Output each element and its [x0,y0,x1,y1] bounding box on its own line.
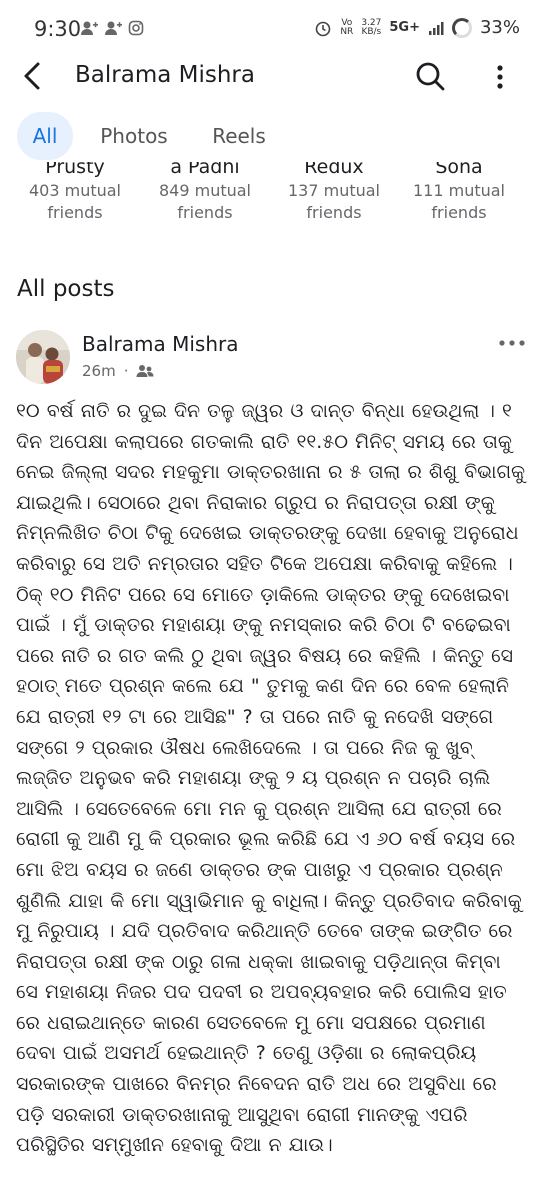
back-arrow-icon[interactable] [14,56,54,96]
tab-reels[interactable]: Reels [212,112,266,160]
filter-tabs: All Photos Reels [0,110,540,162]
tab-photos[interactable]: Photos [100,112,168,160]
friends-icon [136,365,154,377]
post-meta: 26m · [82,362,154,380]
post-options-icon[interactable] [497,336,527,350]
person-add-icon [81,21,98,35]
section-title: All posts [17,276,115,302]
post-body-text: ୧୦ ବର୍ଷ ନାତି ର ଦୁଇ ଦିନ ତଳୁ ଜ୍ୱର ଓ ଦାନ୍ତ … [16,400,526,1157]
meta-separator: · [123,362,129,380]
avatar[interactable] [16,330,70,384]
status-bar: 9:30 Vo NR 3.27 KB/s 5G+ 33% [0,0,540,56]
system-icons: Vo NR 3.27 KB/s 5G+ 33% [314,17,520,38]
friend-card[interactable]: Prusty 403 mutual friends [10,162,140,224]
mutual-friends-label: friends [47,203,103,222]
mutual-friends-count: 403 mutual [28,181,121,200]
mutual-friends-label: friends [431,203,487,222]
battery-level: 33% [479,17,520,38]
signal-bars-icon [428,21,444,35]
friend-card[interactable]: Sona 111 mutual friends [394,162,524,224]
post-time[interactable]: 26m [82,362,116,380]
alarm-icon [316,21,331,36]
network-speed: 3.27 KB/s [361,17,382,37]
more-options-icon[interactable] [485,62,515,92]
app-header: Balrama Mishra [0,56,540,96]
signal-type: 5G+ [389,20,420,35]
battery-icon [451,17,472,38]
instagram-icon [128,20,144,36]
person-add-icon [105,21,122,35]
mutual-friends-count: 111 mutual [412,181,505,200]
page-title: Balrama Mishra [75,62,255,88]
tab-all[interactable]: All [17,112,73,160]
search-icon[interactable] [413,59,447,93]
post-header: Balrama Mishra 26m · [0,322,540,386]
avatar-photo [16,330,70,384]
friend-name: Sona [435,162,483,178]
post-author[interactable]: Balrama Mishra [82,332,239,356]
mutual-friends-count: 137 mutual [287,181,380,200]
status-time: 9:30 [34,17,82,41]
volte-indicator: Vo NR [340,17,354,37]
friend-name: Prusty [45,162,105,178]
friend-name: a Padhi [170,162,240,178]
friend-name: Redux [304,162,364,178]
mutual-friends-count: 849 mutual [158,181,251,200]
friend-card[interactable]: Redux 137 mutual friends [269,162,399,224]
friend-card[interactable]: a Padhi 849 mutual friends [140,162,270,224]
mutual-friends-label: friends [177,203,233,222]
notification-icons [80,20,144,36]
mutual-friends-label: friends [306,203,362,222]
friends-carousel: Prusty 403 mutual friends a Padhi 849 mu… [0,162,540,244]
